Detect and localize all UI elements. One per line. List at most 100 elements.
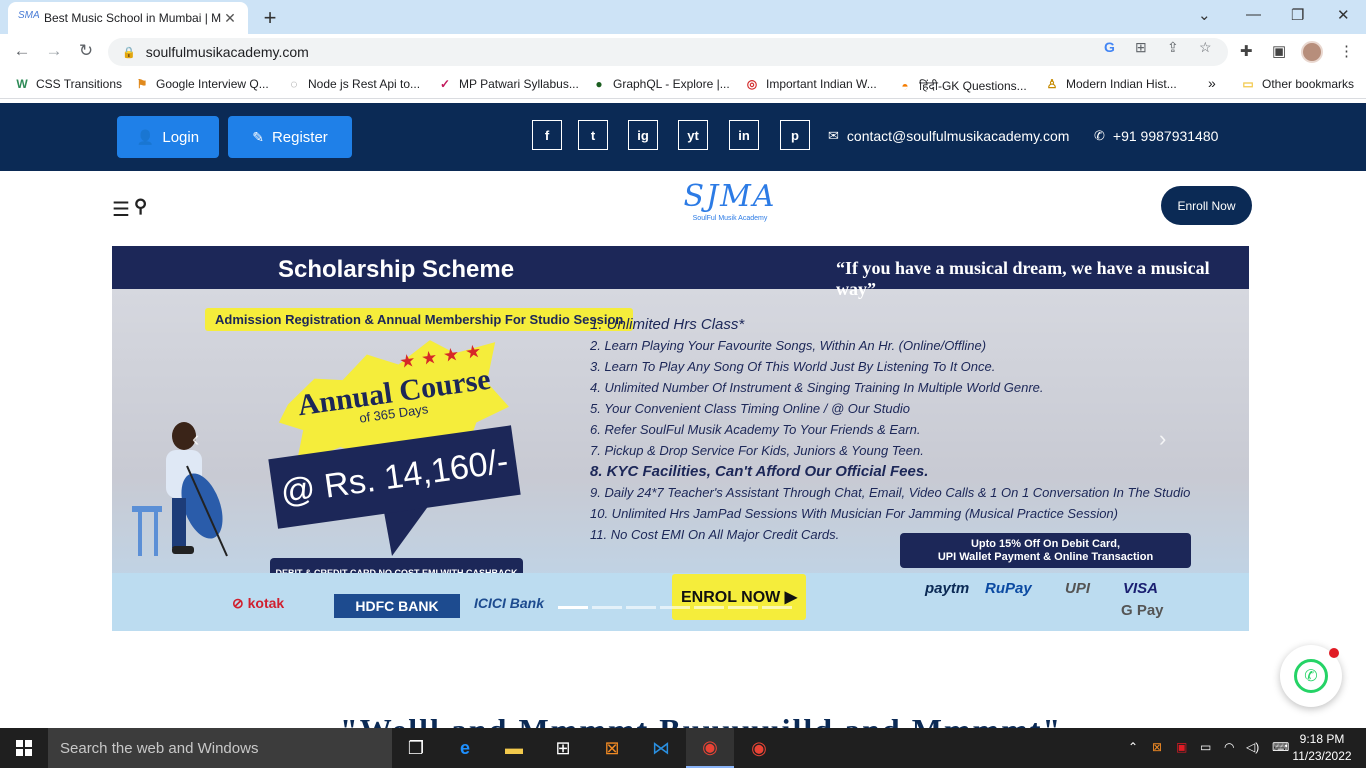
hamburger-menu-icon[interactable]: ☰ xyxy=(112,197,130,222)
banner-title: Scholarship Scheme xyxy=(278,256,515,283)
wifi-icon[interactable]: ◠ xyxy=(1224,740,1234,754)
start-button[interactable] xyxy=(0,728,48,768)
bookmark-item[interactable]: ● GraphQL - Explore |... xyxy=(591,77,729,91)
enrol-now-cta[interactable]: ENROL NOW ▶ xyxy=(672,574,806,620)
extensions-icon[interactable]: ✚ xyxy=(1240,42,1253,60)
taskbar-search-box[interactable]: Search the web and Windows xyxy=(48,728,392,768)
tray-chevron-icon[interactable]: ⌃ xyxy=(1128,740,1138,754)
store-icon[interactable]: ⊞ xyxy=(539,728,587,768)
site-top-bar: 👤 Login ✎ Register f t ig yt in p ✉ cont… xyxy=(0,103,1366,171)
search-icon[interactable]: ⚲ xyxy=(134,196,147,217)
bookmarks-bar: W CSS Transitions ⚑ Google Interview Q..… xyxy=(0,70,1366,99)
clock-time: 9:18 PM xyxy=(1299,732,1345,746)
profile-avatar[interactable] xyxy=(1301,41,1323,63)
person-icon: ♙ xyxy=(1046,77,1058,91)
list-item: 9. Daily 24*7 Teacher's Assistant Throug… xyxy=(590,485,1191,500)
list-item: 8. KYC Facilities, Can't Afford Our Offi… xyxy=(590,463,929,480)
kotak-logo: ⊘ kotak xyxy=(232,595,285,611)
register-button[interactable]: ✎ Register xyxy=(228,116,352,158)
clock-date: 11/23/2022 xyxy=(1292,749,1352,763)
carousel-prev-icon[interactable]: ‹ xyxy=(192,426,199,452)
tab-strip: SMA Best Music School in Mumbai | M ✕ + … xyxy=(0,0,1366,34)
email-contact[interactable]: ✉ contact@soulfulmusikacademy.com xyxy=(828,128,1069,144)
site-logo[interactable]: SJMA SoulFul Musik Academy xyxy=(680,179,780,235)
keyboard-icon[interactable]: ⌨ xyxy=(1272,740,1289,754)
close-window-button[interactable]: ✕ xyxy=(1337,6,1350,24)
forward-button[interactable]: → xyxy=(43,41,65,61)
vscode-icon[interactable]: ⋈ xyxy=(637,728,685,768)
rupay-logo: RuPay xyxy=(985,580,1032,597)
edge-icon[interactable]: e xyxy=(441,728,489,768)
lock-icon[interactable]: 🔒 xyxy=(122,46,136,59)
bookmark-item[interactable]: ✓ MP Patwari Syllabus... xyxy=(437,77,579,91)
app-tray-icon[interactable]: ▣ xyxy=(1176,740,1187,754)
maximize-button[interactable]: ❐ xyxy=(1291,6,1304,24)
leaf-icon: ● xyxy=(595,77,603,91)
side-panel-icon[interactable]: ▣ xyxy=(1272,42,1286,60)
list-item: 7. Pickup & Drop Service For Kids, Junio… xyxy=(590,443,924,458)
xampp-tray-icon[interactable]: ⊠ xyxy=(1152,740,1162,754)
site-favicon-icon: SMA xyxy=(18,10,40,21)
bookmark-item[interactable]: ♙ Modern Indian Hist... xyxy=(1044,77,1177,91)
instagram-icon[interactable]: ig xyxy=(628,120,658,150)
volume-icon[interactable]: ◁) xyxy=(1246,740,1259,754)
facebook-icon[interactable]: f xyxy=(532,120,562,150)
tab-title: Best Music School in Mumbai | M xyxy=(44,11,222,25)
close-tab-icon[interactable]: ✕ xyxy=(222,10,238,27)
flag-icon: ⚑ xyxy=(136,77,148,91)
chrome-icon[interactable]: ◉ xyxy=(686,728,734,768)
doc-icon: ◌ xyxy=(290,77,298,91)
bookmark-item[interactable]: ◓ हिंदी-GK Questions... xyxy=(897,77,1026,94)
minimize-button[interactable]: — xyxy=(1246,6,1261,23)
features-list: 1. Unlimited Hrs Class* 2. Learn Playing… xyxy=(590,314,1240,545)
xampp-icon[interactable]: ⊠ xyxy=(588,728,636,768)
bookmark-star-icon[interactable]: ☆ xyxy=(1199,39,1212,56)
new-tab-button[interactable]: + xyxy=(258,5,282,31)
translate-icon[interactable]: ⊞ xyxy=(1135,39,1147,56)
list-item: 2. Learn Playing Your Favourite Songs, W… xyxy=(590,338,987,353)
list-item: 4. Unlimited Number Of Instrument & Sing… xyxy=(590,380,1044,395)
bookmark-item[interactable]: W CSS Transitions xyxy=(14,77,122,91)
google-lens-icon[interactable]: G xyxy=(1104,39,1115,55)
browser-tab[interactable]: SMA Best Music School in Mumbai | M ✕ xyxy=(8,2,248,34)
twitter-icon[interactable]: t xyxy=(578,120,608,150)
carousel-dot[interactable] xyxy=(592,606,622,609)
notification-dot xyxy=(1329,648,1339,658)
logo-text: SoulFul Musik Academy xyxy=(692,215,768,222)
carousel-dot[interactable] xyxy=(762,606,792,609)
carousel-dot[interactable] xyxy=(626,606,656,609)
offer-box: Upto 15% Off On Debit Card, UPI Wallet P… xyxy=(900,533,1191,568)
sun-icon: ◓ xyxy=(901,78,909,93)
share-icon[interactable]: ⇪ xyxy=(1167,39,1179,56)
kotak-icon: ⊘ xyxy=(232,595,244,611)
menu-kebab-icon[interactable]: ⋮ xyxy=(1339,42,1354,60)
tab-search-chevron-icon[interactable]: ⌄ xyxy=(1198,6,1211,24)
other-bookmarks[interactable]: ▭ Other bookmarks xyxy=(1240,77,1354,91)
carousel-dot[interactable] xyxy=(660,606,690,609)
task-view-icon[interactable]: ❐ xyxy=(392,728,440,768)
enroll-now-button[interactable]: Enroll Now xyxy=(1161,186,1252,225)
carousel-dot[interactable] xyxy=(694,606,724,609)
bookmark-item[interactable]: ◌ Node js Rest Api to... xyxy=(286,77,420,91)
carousel-next-icon[interactable]: › xyxy=(1159,426,1166,452)
youtube-icon[interactable]: yt xyxy=(678,120,708,150)
carousel-dot[interactable] xyxy=(558,606,588,609)
bookmark-item[interactable]: ⚑ Google Interview Q... xyxy=(134,77,269,91)
back-button[interactable]: ← xyxy=(11,41,33,61)
bookmark-item[interactable]: ◎ Important Indian W... xyxy=(744,77,877,91)
check-icon: ✓ xyxy=(439,77,451,91)
address-bar[interactable]: 🔒 soulfulmusikacademy.com xyxy=(108,38,1228,66)
reload-button[interactable]: ↻ xyxy=(75,41,97,61)
phone-contact[interactable]: ✆ +91 9987931480 xyxy=(1094,128,1218,144)
file-explorer-icon[interactable]: ▬ xyxy=(490,728,538,768)
battery-icon[interactable]: ▭ xyxy=(1200,740,1211,754)
login-button[interactable]: 👤 Login xyxy=(117,116,219,158)
windows-taskbar: Search the web and Windows ❐ e ▬ ⊞ ⊠ ⋈ ◉… xyxy=(0,728,1366,768)
linkedin-icon[interactable]: in xyxy=(729,120,759,150)
taskbar-clock[interactable]: 9:18 PM 11/23/2022 xyxy=(1292,731,1352,765)
pinterest-icon[interactable]: p xyxy=(780,120,810,150)
chrome-icon[interactable]: ◉ xyxy=(735,728,783,768)
carousel-dot[interactable] xyxy=(728,606,758,609)
bookmarks-overflow-button[interactable]: » xyxy=(1208,75,1216,91)
banner-quote: “If you have a musical dream, we have a … xyxy=(836,258,1210,299)
